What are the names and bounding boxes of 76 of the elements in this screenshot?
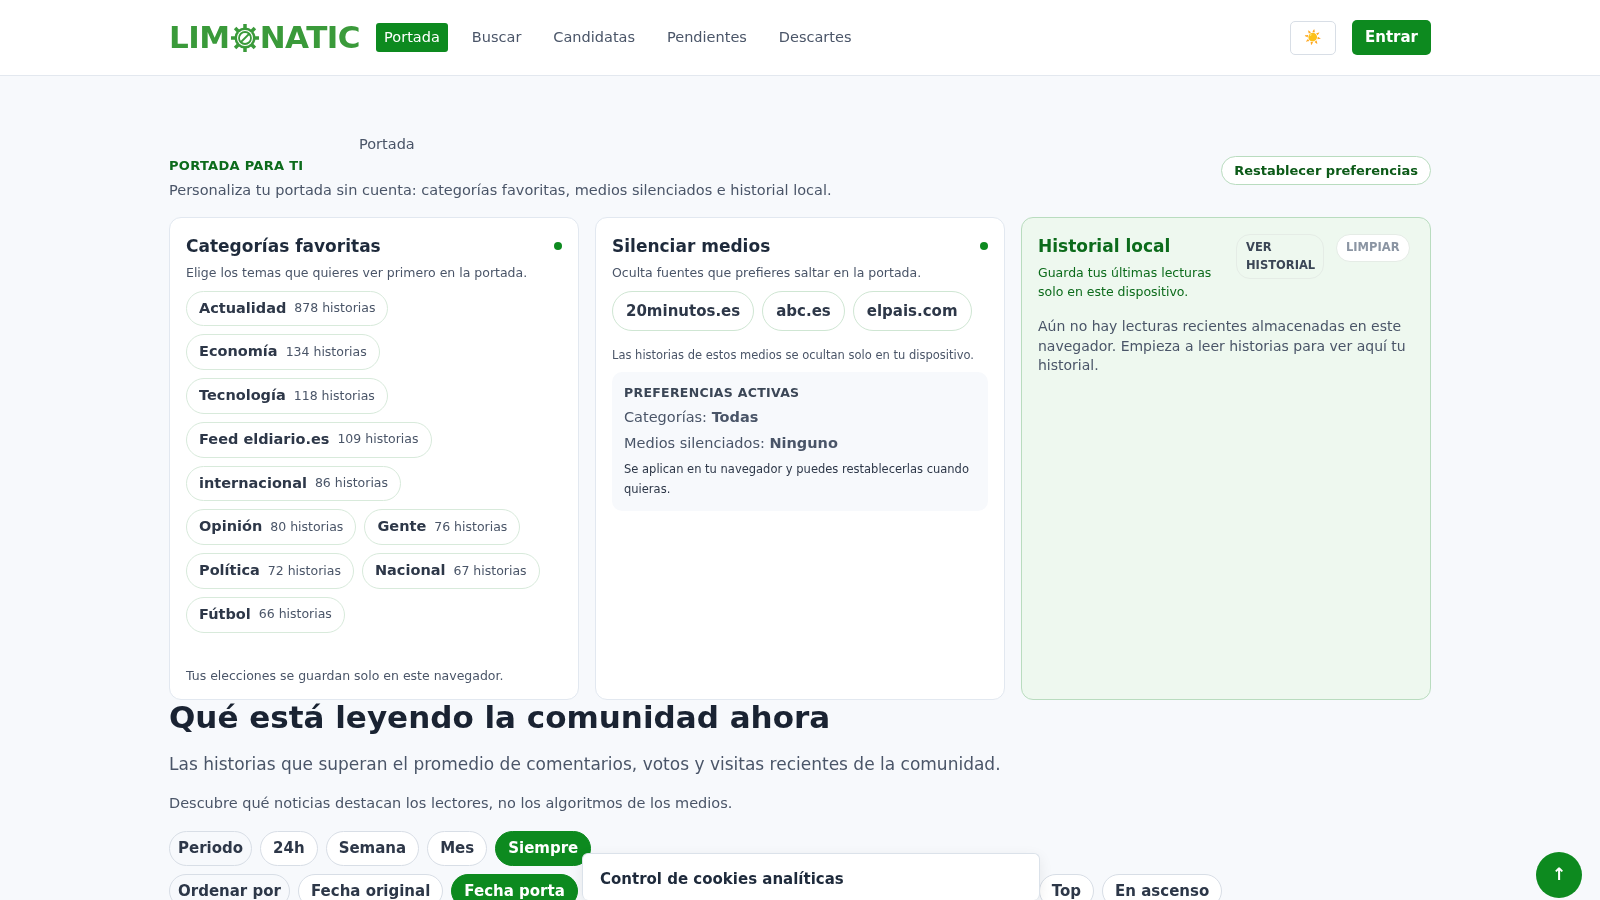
category-count: 86 historias [314,474,389,492]
category-name: Nacional [374,561,446,580]
category-count: 76 historias [434,517,508,536]
panel-title: PREFERENCIAS ACTIVAS [624,384,801,403]
category-name: Fútbol [199,604,251,624]
section-heading: Qué está leyendo la comunidad ahora [169,700,832,736]
category-chip[interactable]: Actualidad 878 historias [186,290,389,327]
category-count: 134 historias [285,342,367,361]
category-count: 67 historias [453,561,527,580]
category-name: Gente [377,517,427,537]
reset-preferences-button[interactable]: Restablecer preferencias [1221,155,1431,186]
status-dot [980,242,988,251]
category-name: Opinión [199,517,263,537]
category-chip[interactable]: Gente 76 historias [364,509,521,545]
empty-message: Aún no hay lecturas recientes almacenadas en este navegador. Empieza a leer historias para ver aquí tu historial. [1038,317,1407,376]
category-count: 118 historias [293,386,375,405]
popup-title: Control de cookies analíticas [600,869,845,890]
category-chip[interactable]: Feed eldiario.es 109 historias [186,421,432,458]
filter-chip[interactable]: Semana [325,831,420,866]
category-name: Economía [199,342,278,362]
category-chip[interactable]: Economía 134 historias [186,334,380,370]
category-count: 72 historias [267,561,341,580]
section-lead: Las historias que superan el promedio de comentarios, votos y visitas recientes de la comunidad. [169,752,1002,776]
category-chip[interactable]: internacional 86 historias [186,465,402,502]
view-history-button[interactable]: VER HISTORIAL [1236,234,1324,279]
card-subtitle: Oculta fuentes que prefieres saltar en la portada. [612,263,923,282]
category-chip[interactable]: Tecnología 118 historias [186,378,388,414]
filter-chip[interactable]: Siempre [495,831,592,866]
category-name: Actualidad [199,298,287,318]
gear-icon [229,22,260,53]
preference-line: Categorías: Todas [624,408,760,427]
filter-chip[interactable]: En ascenso [1102,873,1223,900]
category-name: Tecnología [199,386,286,405]
category-name: internacional [199,473,307,493]
preference-line: Medios silenciados: Ninguno [624,433,839,453]
filter-chip[interactable]: Mes [427,831,488,866]
category-name: Feed eldiario.es [199,429,330,449]
category-count: 80 historias [270,517,344,536]
category-count: 878 historias [294,299,376,317]
card-note: Las historias de estos medios se ocultan solo en tu dispositivo. [612,347,975,364]
login-button[interactable]: Entrar [1352,20,1431,55]
category-chip[interactable]: Fútbol 66 historias [186,596,345,633]
card-title: Historial local [1038,235,1172,259]
breadcrumb[interactable]: Portada [359,134,415,156]
nav-link[interactable]: Descartes [770,22,860,53]
filter-chip[interactable]: Fecha porta [451,873,578,900]
category-chip[interactable]: Opinión 80 historias [186,509,357,545]
card-subtitle: Guarda tus últimas lecturas solo en este dispositivo. [1038,263,1213,301]
source-chip[interactable]: elpais.com [852,290,972,331]
card-footnote: Tus elecciones se guardan solo en este navegador. [186,666,505,685]
nav-link[interactable]: Portada [376,22,448,53]
category-name: Política [199,561,260,580]
scroll-top-button[interactable]: ↑ [1536,852,1582,898]
nav-link[interactable]: Pendientes [659,22,755,53]
nav-link[interactable]: Candidatas [545,22,643,53]
filter-chip[interactable]: 24h [260,831,318,866]
filter-label[interactable]: Ordenar por [169,873,290,900]
filter-label[interactable]: Periodo [169,831,253,866]
card-title: Categorías favoritas [186,235,381,259]
filter-chip[interactable]: Top [1038,873,1095,900]
panel-note: Se aplican en tu navegador y puedes restablecerlas cuando quieras. [624,460,970,498]
nav-link[interactable]: Buscar [463,22,530,53]
card-subtitle: Elige los temas que quieres ver primero en la portada. [186,263,529,282]
filter-chip[interactable]: Fecha original [297,873,444,900]
section-eyebrow: PORTADA PARA TI [169,157,305,175]
status-dot [554,242,562,251]
section-description: Personaliza tu portada sin cuenta: categorías favoritas, medios silenciados e historial local. [169,180,832,200]
category-chip[interactable]: Política 72 historias [186,553,354,589]
source-chip[interactable]: 20minutos.es [612,290,755,331]
card-title: Silenciar medios [612,235,771,259]
section-text: Descubre qué noticias destacan los lectores, no los algoritmos de los medios. [169,794,734,814]
category-count: 66 historias [258,605,332,624]
category-count: 109 historias [337,430,419,449]
category-chip[interactable]: Nacional 67 historias [361,553,540,589]
logo[interactable]: LIM NATIC [169,22,361,53]
source-chip[interactable]: abc.es [762,290,845,331]
